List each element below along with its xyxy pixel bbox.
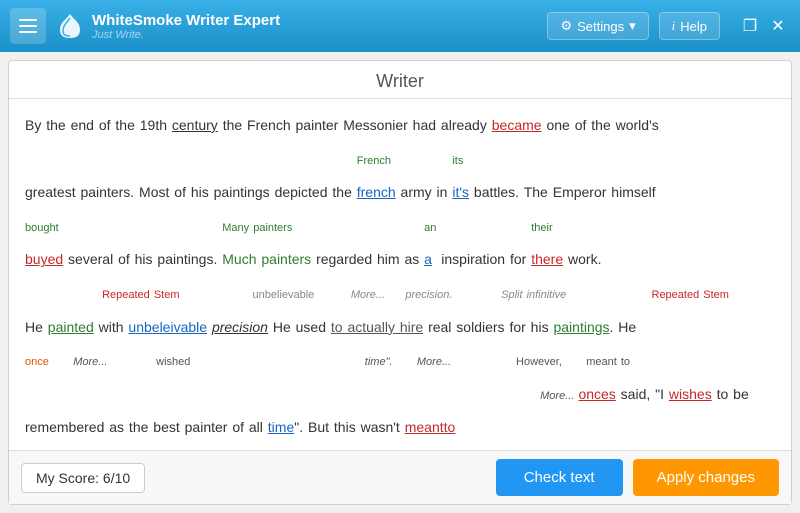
- info-icon: i: [672, 18, 676, 34]
- app-title: WhiteSmoke Writer Expert: [92, 12, 280, 29]
- writer-title: Writer: [9, 61, 791, 99]
- bottom-bar: My Score: 6/10 Check text Apply changes: [9, 450, 791, 504]
- text-line-2: greatest painters. Most of his paintings…: [25, 184, 656, 200]
- menu-button[interactable]: [10, 8, 46, 44]
- text-line-5-labels: once More... wished time". More... Howev…: [25, 356, 630, 402]
- restore-button[interactable]: ❐: [738, 14, 762, 38]
- settings-button[interactable]: ⚙ Settings ▾: [547, 12, 648, 40]
- gear-icon: ⚙: [560, 18, 572, 34]
- logo-area: WhiteSmoke Writer Expert Just Write.: [56, 12, 280, 41]
- score-badge: My Score: 6/10: [21, 463, 145, 493]
- title-bar: WhiteSmoke Writer Expert Just Write. ⚙ S…: [0, 0, 800, 52]
- window-controls: ❐ ✕: [738, 14, 790, 38]
- help-button[interactable]: i Help: [659, 12, 720, 40]
- text-line-4: He painted with unbeleivable precision H…: [25, 319, 636, 335]
- text-content: By the end of the 19th century the Frenc…: [25, 109, 775, 450]
- app-subtitle: Just Write.: [92, 29, 280, 41]
- text-line-1: By the end of the 19th century the Frenc…: [25, 117, 659, 133]
- main-container: Writer By the end of the 19th century th…: [8, 60, 792, 505]
- text-line-4-labels: Repeated Stem unbelievable More... preci…: [25, 289, 729, 301]
- chevron-down-icon: ▾: [629, 18, 636, 34]
- close-button[interactable]: ✕: [766, 14, 790, 38]
- text-area[interactable]: By the end of the 19th century the Frenc…: [9, 99, 791, 450]
- text-line-3: bought buyed several of his paintings. M…: [25, 251, 601, 267]
- check-text-button[interactable]: Check text: [496, 459, 623, 496]
- logo-icon: [56, 12, 84, 40]
- apply-changes-button[interactable]: Apply changes: [633, 459, 779, 496]
- app-name: WhiteSmoke Writer Expert Just Write.: [92, 12, 280, 41]
